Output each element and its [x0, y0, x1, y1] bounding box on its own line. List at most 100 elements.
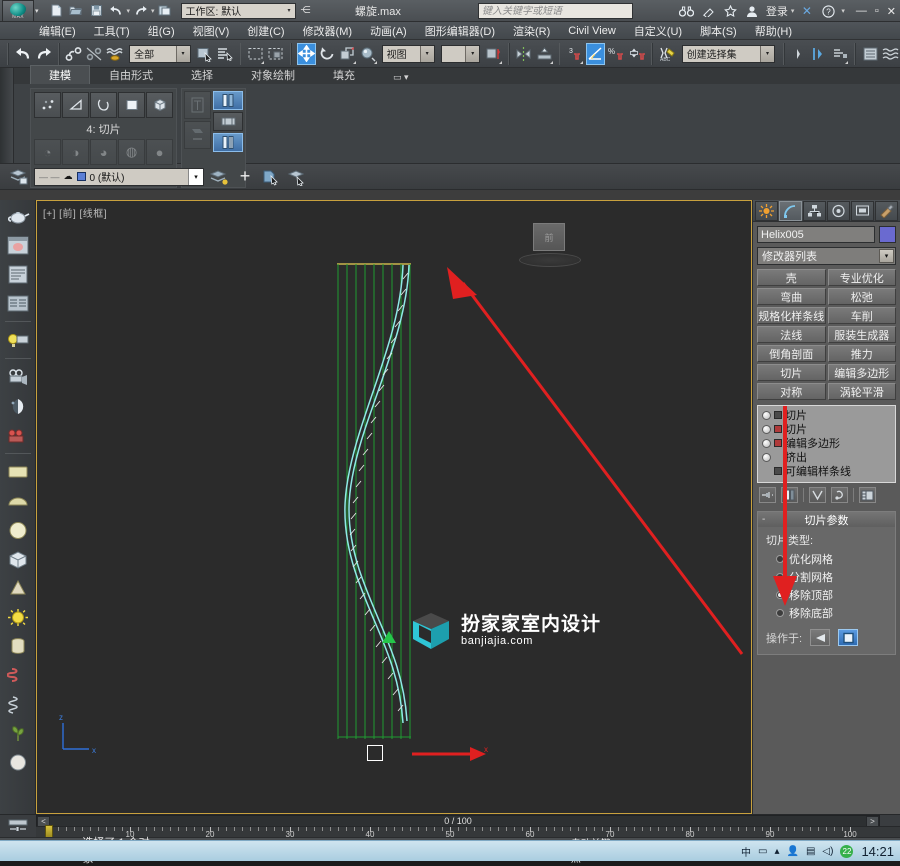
save-icon[interactable] — [87, 2, 106, 20]
slice-type-option-2[interactable]: 移除顶部 — [776, 587, 887, 603]
volume-icon[interactable]: ◁) — [822, 846, 833, 857]
redo-icon[interactable] — [34, 43, 52, 65]
menu-item-2[interactable]: 组(G) — [139, 22, 184, 40]
menu-item-10[interactable]: 自定义(U) — [625, 22, 691, 40]
render-camera-icon[interactable] — [4, 422, 32, 448]
coordinate-system-combo2[interactable]: ▾ — [440, 44, 481, 63]
menu-item-8[interactable]: 渲染(R) — [504, 22, 559, 40]
user-icon[interactable]: 👤 — [787, 846, 799, 857]
remove-modifier-icon[interactable] — [831, 487, 848, 503]
slice-type-option-1[interactable]: 分割网格 — [776, 569, 887, 585]
menu-item-3[interactable]: 视图(V) — [184, 22, 239, 40]
app-menu-caret-icon[interactable]: ▾ — [35, 7, 39, 15]
teapot-icon[interactable] — [4, 203, 32, 229]
edge-icon[interactable] — [62, 92, 89, 118]
chevron-up-icon[interactable]: ▴ — [774, 846, 779, 857]
ribbon-tab-建模[interactable]: 建模 — [30, 65, 90, 84]
menu-item-11[interactable]: 脚本(S) — [691, 22, 746, 40]
new-file-icon[interactable] — [47, 2, 66, 20]
ribbon-tab-自由形式[interactable]: 自由形式 — [90, 65, 172, 84]
schematic-view-icon[interactable] — [882, 43, 900, 65]
shading-icon[interactable] — [4, 393, 32, 419]
angle-snap-icon[interactable] — [585, 42, 605, 65]
close-button[interactable]: ✕ — [887, 5, 896, 18]
undo-icon[interactable] — [14, 43, 32, 65]
modifier-list-dropdown[interactable]: 修改器列表 ▾ — [757, 247, 896, 265]
preserve-uv-icon[interactable] — [184, 91, 211, 119]
select-and-rotate-icon[interactable] — [318, 43, 336, 65]
ribbon-tab-填充[interactable]: 填充 — [314, 65, 374, 84]
rollout-header[interactable]: - 切片参数 — [758, 512, 895, 527]
snaps-toggle-icon[interactable]: 3 — [565, 43, 583, 65]
swift-loop-icon[interactable]: ● — [146, 139, 173, 165]
vertex-icon[interactable] — [34, 92, 61, 118]
login-label[interactable]: 登录 — [766, 3, 788, 19]
reference-coordinate-icon[interactable] — [359, 43, 377, 65]
cone-icon[interactable] — [4, 575, 32, 601]
bind-space-warp-icon[interactable] — [106, 43, 124, 65]
sphere2-icon[interactable] — [4, 749, 32, 775]
plant-icon[interactable] — [4, 720, 32, 746]
coordinate-system-combo[interactable]: 视图 ▾ — [381, 44, 435, 63]
selection-filter-combo[interactable]: 全部 ▾ — [129, 44, 191, 63]
select-and-scale-icon[interactable] — [339, 43, 357, 65]
workspace-selector[interactable]: 工作区: 默认 ▾ — [180, 2, 296, 19]
create-tab[interactable] — [755, 200, 778, 221]
object-color-swatch[interactable] — [879, 226, 896, 243]
mirror-geometry-icon[interactable] — [790, 43, 808, 65]
redo-icon[interactable] — [131, 2, 150, 20]
modifier-button-6[interactable]: 法线 — [757, 326, 826, 343]
collapse-icon[interactable]: - — [762, 514, 765, 525]
configure-sets-icon[interactable] — [859, 487, 876, 503]
notes-icon[interactable]: ▤ — [806, 846, 815, 857]
light-bulb-icon[interactable] — [762, 410, 771, 420]
app-logo-button[interactable]: MAX — [2, 0, 34, 22]
project-folder-icon[interactable] — [156, 2, 175, 20]
align-icon[interactable] — [535, 43, 553, 65]
menu-item-4[interactable]: 创建(C) — [238, 22, 293, 40]
ribbon-tab-选择[interactable]: 选择 — [172, 65, 232, 84]
polygon-icon[interactable] — [118, 92, 145, 118]
modifier-button-3[interactable]: 松弛 — [827, 288, 896, 305]
undo-icon[interactable] — [107, 2, 126, 20]
menu-item-9[interactable]: Civil View — [559, 24, 624, 38]
viewcube-face[interactable]: 前 — [533, 223, 565, 251]
make-unique-icon[interactable] — [809, 487, 826, 503]
object-name-field[interactable]: Helix005 — [757, 226, 875, 243]
exchange-icon[interactable]: ✕ — [797, 2, 816, 20]
stack-item-1[interactable]: 切片 — [759, 422, 894, 436]
render-frame-icon[interactable] — [4, 232, 32, 258]
dropper-icon[interactable] — [699, 2, 718, 20]
sphere-icon[interactable] — [4, 517, 32, 543]
polygon-icon[interactable] — [838, 629, 859, 646]
menu-item-1[interactable]: 工具(T) — [85, 22, 139, 40]
motion-tab[interactable] — [827, 200, 850, 221]
set-current-layer-icon[interactable] — [286, 166, 308, 188]
viewport-front-wireframe[interactable]: [+] [前] [线框] 前 z x x 扮家家室内设计 banjiajia.c… — [36, 200, 752, 814]
user-icon[interactable] — [743, 2, 762, 20]
minimize-button[interactable]: — — [856, 5, 867, 17]
paint-deform-icon[interactable]: ◍ — [118, 139, 145, 165]
radio-button[interactable] — [776, 573, 784, 581]
modifier-button-4[interactable]: 规格化样条线 — [757, 307, 826, 324]
modifier-button-8[interactable]: 倒角剖面 — [757, 345, 826, 362]
select-link-icon[interactable] — [65, 43, 83, 65]
align-geometry-icon[interactable] — [810, 43, 828, 65]
radio-button[interactable] — [776, 609, 784, 617]
quick-slice-icon[interactable] — [213, 133, 243, 152]
layer-explorer-icon[interactable] — [831, 43, 849, 65]
spring-icon[interactable] — [4, 691, 32, 717]
light-bulb-icon[interactable] — [762, 438, 771, 448]
search-input[interactable]: 键入关键字或短语 — [478, 3, 633, 19]
utilities-tab[interactable] — [875, 200, 898, 221]
face-icon[interactable] — [810, 629, 831, 646]
menu-item-5[interactable]: 修改器(M) — [294, 22, 362, 40]
pin-stack-icon[interactable] — [759, 487, 776, 503]
mirror-icon[interactable] — [515, 43, 533, 65]
box-icon[interactable] — [4, 546, 32, 572]
camera-icon[interactable] — [4, 364, 32, 390]
new-layer-icon[interactable] — [208, 166, 230, 188]
border-icon[interactable] — [90, 92, 117, 118]
edit-named-selection-sets-icon[interactable]: ABC — [658, 43, 677, 65]
login-dropdown-icon[interactable]: ▾ — [791, 7, 795, 15]
